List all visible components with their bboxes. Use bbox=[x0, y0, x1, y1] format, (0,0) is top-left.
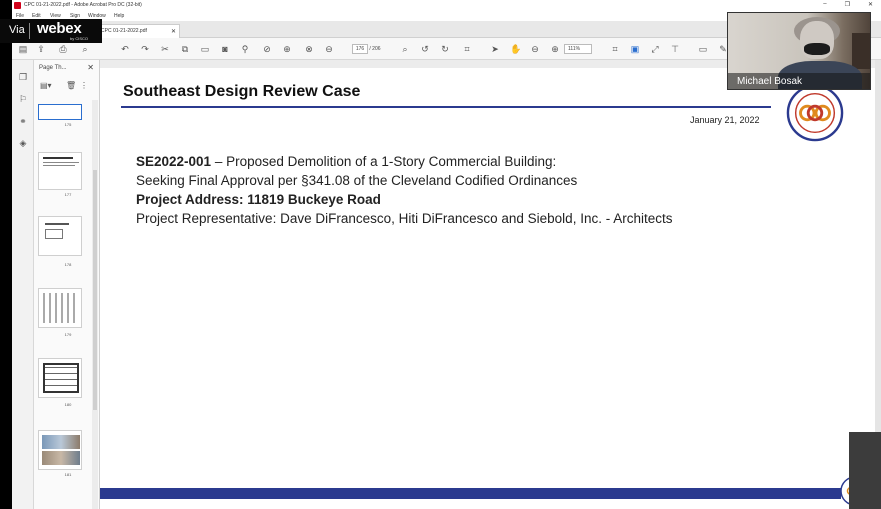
undo-icon[interactable]: ↶ bbox=[120, 44, 130, 54]
webex-by-cisco: by CISCO bbox=[70, 36, 89, 41]
slide-footer-bar bbox=[100, 488, 841, 499]
menu-help[interactable]: Help bbox=[114, 13, 124, 19]
thumbnails-scrollbar[interactable] bbox=[92, 100, 98, 509]
upload-icon[interactable]: ⇪ bbox=[36, 44, 46, 54]
city-planning-seal-logo bbox=[786, 84, 844, 142]
thumbnail-page[interactable] bbox=[38, 104, 82, 120]
participant-video[interactable]: Michael Bosak bbox=[727, 12, 871, 90]
search-icon[interactable]: ⌕ bbox=[80, 44, 90, 54]
acrobat-app-icon bbox=[14, 2, 21, 9]
video-person-mask bbox=[804, 43, 830, 55]
bookmarks-icon[interactable]: ⚐ bbox=[18, 94, 28, 104]
title-underline bbox=[121, 106, 771, 108]
thumbnail-page-number: 178 bbox=[64, 262, 72, 267]
thumbnail-page-number: 179 bbox=[64, 332, 72, 337]
next-page-icon[interactable]: ⊗ bbox=[304, 44, 314, 54]
close-tab-icon[interactable]: ✕ bbox=[171, 28, 176, 35]
thumbnail-page[interactable] bbox=[38, 216, 82, 256]
close-panel-icon[interactable]: ✕ bbox=[87, 63, 94, 72]
select-arrow-icon[interactable]: ➤ bbox=[490, 44, 500, 54]
video-shelf bbox=[852, 33, 870, 69]
paste-icon[interactable]: ▭ bbox=[200, 44, 210, 54]
delete-page-icon[interactable]: 🗑 bbox=[66, 81, 76, 90]
find-icon[interactable]: ⚲ bbox=[240, 44, 250, 54]
more-options-icon[interactable]: ⋮ bbox=[80, 81, 88, 90]
zoom-search-icon[interactable]: ⌕ bbox=[400, 44, 410, 54]
layers-icon[interactable]: ◈ bbox=[18, 138, 28, 148]
zoom-in-icon[interactable]: ⊕ bbox=[550, 44, 560, 54]
page-thumbnails-panel: Page Th... ✕ ▤▾ 🗑 ⋮ 175 177 178 179 180 bbox=[34, 60, 100, 509]
document-viewer[interactable]: Southeast Design Review Case January 21,… bbox=[100, 60, 881, 509]
case-description: – Proposed Demolition of a 1-Story Comme… bbox=[211, 154, 557, 169]
save-icon[interactable]: ▤ bbox=[18, 44, 28, 54]
window-controls: – ❐ ✕ bbox=[823, 1, 873, 8]
comment-icon[interactable]: ▭ bbox=[698, 44, 708, 54]
hand-tool-icon[interactable]: ✋ bbox=[510, 44, 521, 54]
read-mode-icon[interactable]: ▣ bbox=[630, 44, 640, 54]
window-title: CPC 01-21-2022.pdf - Adobe Acrobat Pro D… bbox=[24, 2, 142, 8]
copy-icon[interactable]: ⧉ bbox=[180, 44, 190, 54]
case-line: SE2022-001 – Proposed Demolition of a 1-… bbox=[136, 154, 556, 169]
thumbnail-page[interactable] bbox=[38, 288, 82, 328]
webex-separator bbox=[29, 23, 30, 39]
document-tab[interactable]: CPC 01-21-2022.pdf ✕ bbox=[96, 24, 180, 38]
redo-icon[interactable]: ↷ bbox=[140, 44, 150, 54]
thumbnail-page-number: 175 bbox=[64, 122, 72, 127]
case-id: SE2022-001 bbox=[136, 154, 212, 169]
attachments-icon[interactable]: ⚭ bbox=[18, 116, 28, 126]
taskbar-corner bbox=[849, 432, 881, 509]
thumbnail-options-icon[interactable]: ▤▾ bbox=[40, 81, 52, 90]
zoom-select[interactable]: 111% bbox=[564, 44, 592, 54]
prev-page-icon[interactable]: ⊕ bbox=[282, 44, 292, 54]
webex-via: Via bbox=[9, 24, 25, 36]
print-icon[interactable]: ⎙ bbox=[58, 44, 68, 54]
thumbnail-page-number: 177 bbox=[64, 192, 72, 197]
thumbnail-page-number: 181 bbox=[64, 472, 72, 477]
minimize-button[interactable]: – bbox=[823, 1, 826, 8]
pdf-page: Southeast Design Review Case January 21,… bbox=[100, 68, 875, 509]
thumbnail-page[interactable] bbox=[38, 152, 82, 190]
crop-icon[interactable]: ⌗ bbox=[462, 44, 472, 54]
maximize-button[interactable]: ❐ bbox=[845, 1, 850, 8]
screenshot-icon[interactable]: ◙ bbox=[220, 44, 230, 54]
title-bar: CPC 01-21-2022.pdf - Adobe Acrobat Pro D… bbox=[12, 0, 881, 11]
left-navigation-rail: ❐ ⚐ ⚭ ◈ bbox=[12, 60, 34, 509]
slide-date: January 21, 2022 bbox=[690, 115, 760, 125]
cut-icon[interactable]: ✂ bbox=[160, 44, 170, 54]
stamp-icon[interactable]: ⊤ bbox=[670, 44, 680, 54]
approval-line: Seeking Final Approval per §341.08 of th… bbox=[136, 173, 578, 188]
thumbnail-page[interactable] bbox=[38, 358, 82, 398]
thumbnail-page[interactable] bbox=[38, 430, 82, 470]
page-total: / 206 bbox=[369, 46, 381, 52]
participant-name: Michael Bosak bbox=[737, 76, 803, 87]
thumbnails-header: Page Th... ✕ bbox=[34, 60, 100, 76]
first-page-icon[interactable]: ⊘ bbox=[262, 44, 272, 54]
rotate-ccw-icon[interactable]: ↺ bbox=[420, 44, 430, 54]
close-window-button[interactable]: ✕ bbox=[868, 1, 873, 8]
thumbnail-page-number: 180 bbox=[64, 402, 72, 407]
fullscreen-icon[interactable]: ⤢ bbox=[650, 44, 660, 54]
last-page-icon[interactable]: ⊖ bbox=[324, 44, 334, 54]
zoom-out-icon[interactable]: ⊖ bbox=[530, 44, 540, 54]
current-page-input[interactable]: 176 bbox=[352, 44, 368, 54]
webex-logo: webex bbox=[37, 20, 82, 37]
fit-page-icon[interactable]: ⌗ bbox=[610, 44, 620, 54]
project-representative: Project Representative: Dave DiFrancesco… bbox=[136, 211, 673, 226]
project-address: Project Address: 11819 Buckeye Road bbox=[136, 192, 381, 207]
rotate-cw-icon[interactable]: ↻ bbox=[440, 44, 450, 54]
page-thumbnails-icon[interactable]: ❐ bbox=[18, 72, 28, 82]
thumbnails-scroll-thumb[interactable] bbox=[93, 170, 97, 410]
document-tab-label: CPC 01-21-2022.pdf bbox=[101, 28, 147, 34]
slide-title: Southeast Design Review Case bbox=[123, 83, 361, 100]
webex-watermark: Via webex by CISCO bbox=[0, 19, 102, 43]
thumbnails-title: Page Th... bbox=[39, 65, 67, 71]
thumbnails-tools: ▤▾ 🗑 ⋮ bbox=[34, 78, 100, 94]
page-number-field[interactable]: 176 / 206 bbox=[352, 44, 392, 55]
